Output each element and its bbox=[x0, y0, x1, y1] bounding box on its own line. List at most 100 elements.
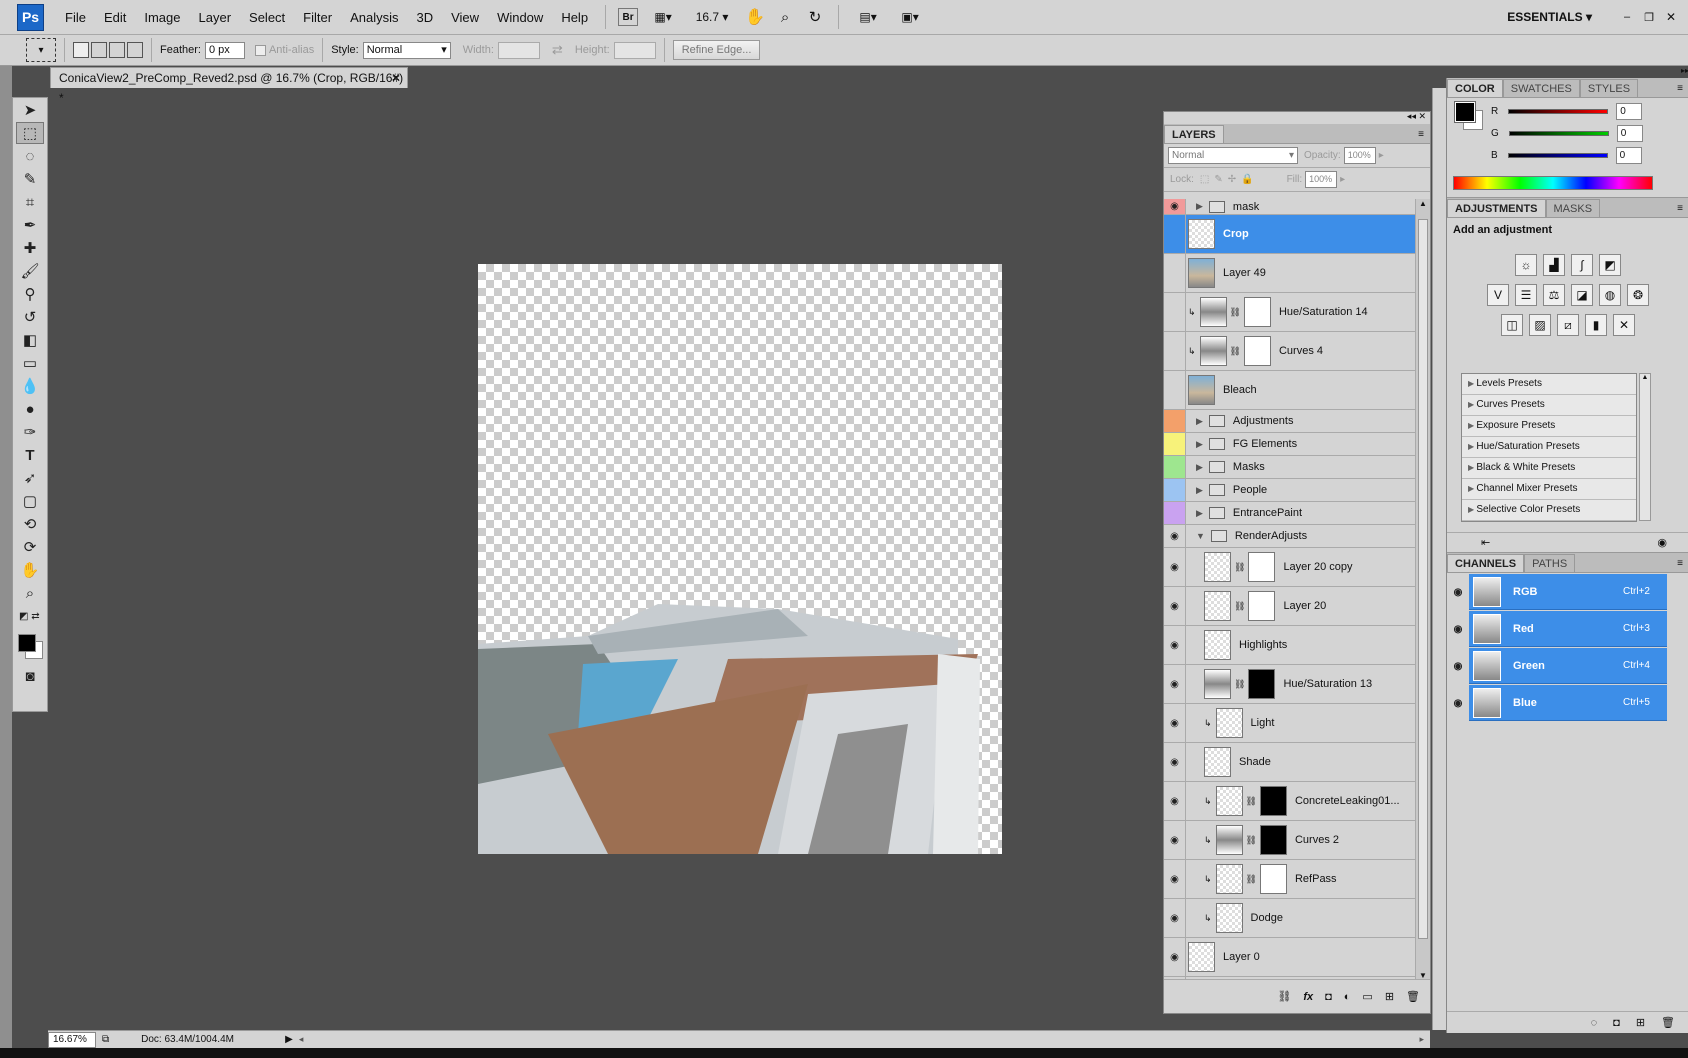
panel-menu-icon[interactable]: ≡ bbox=[1677, 558, 1683, 569]
scroll-left-icon[interactable]: ◂ bbox=[299, 1034, 304, 1045]
visibility-eye-icon[interactable] bbox=[1164, 479, 1186, 501]
status-info-icon[interactable]: ⧉ bbox=[102, 1034, 109, 1045]
tab-swatches[interactable]: SWATCHES bbox=[1502, 79, 1580, 97]
visibility-eye-icon[interactable]: ◉ bbox=[1164, 860, 1186, 898]
panel-menu-icon[interactable]: ≡ bbox=[1677, 203, 1683, 214]
layer-row[interactable]: ◉ Layer 0 bbox=[1164, 938, 1416, 977]
selective-color-icon[interactable]: ✕ bbox=[1613, 314, 1635, 336]
preset-item[interactable]: ▶ Exposure Presets bbox=[1462, 416, 1636, 437]
color-spectrum-bar[interactable] bbox=[1453, 176, 1653, 190]
mask-link-icon[interactable]: ⛓ bbox=[1234, 601, 1245, 612]
style-dropdown[interactable]: Normal ▾ bbox=[362, 41, 451, 59]
quick-mask-icon[interactable]: ◙ bbox=[16, 665, 44, 687]
pen-tool-icon[interactable]: ✑ bbox=[16, 421, 44, 443]
layer-thumbnail[interactable] bbox=[1199, 297, 1227, 327]
layer-row[interactable]: ↳ ⛓ Hue/Saturation 14 bbox=[1164, 293, 1416, 332]
subtract-selection-icon[interactable] bbox=[109, 42, 125, 58]
lasso-tool-icon[interactable]: ◌ bbox=[16, 145, 44, 167]
eyedropper-tool-icon[interactable]: ✒ bbox=[16, 214, 44, 236]
group-expand-icon[interactable]: ▶ bbox=[1196, 462, 1203, 473]
mask-link-icon[interactable]: ⛓ bbox=[1246, 874, 1257, 885]
menu-select[interactable]: Select bbox=[240, 0, 294, 35]
chevron-right-icon[interactable]: ▸ bbox=[1340, 174, 1345, 185]
menu-help[interactable]: Help bbox=[552, 0, 597, 35]
workspace-switcher[interactable]: ESSENTIALS ▾ bbox=[1507, 6, 1592, 28]
foreground-color-chip[interactable] bbox=[1454, 101, 1476, 123]
panel-menu-icon[interactable]: ≡ bbox=[1418, 129, 1424, 140]
rotate-view-icon[interactable]: ↻ bbox=[804, 6, 826, 28]
menu-edit[interactable]: Edit bbox=[95, 0, 135, 35]
preset-item[interactable]: ▶ Selective Color Presets bbox=[1462, 500, 1636, 521]
visibility-eye-icon[interactable]: ◉ bbox=[1164, 899, 1186, 937]
visibility-eye-icon[interactable]: ◉ bbox=[1164, 587, 1186, 625]
swap-colors-icon[interactable]: ◩ ⇄ bbox=[16, 605, 44, 627]
tab-layers[interactable]: LAYERS bbox=[1164, 125, 1224, 143]
link-layers-icon[interactable]: ⛓ bbox=[1277, 990, 1291, 1003]
gradient-map-icon[interactable]: ▮ bbox=[1585, 314, 1607, 336]
hue-saturation-icon[interactable]: ☰ bbox=[1515, 284, 1537, 306]
group-expand-icon[interactable]: ▶ bbox=[1196, 508, 1203, 519]
marquee-preset-icon[interactable]: ▾ bbox=[26, 38, 56, 62]
minimize-icon[interactable]: – bbox=[1620, 6, 1634, 28]
visibility-eye-icon[interactable]: ◉ bbox=[1164, 548, 1186, 586]
mask-link-icon[interactable]: ⛓ bbox=[1230, 346, 1241, 357]
menu-view[interactable]: View bbox=[442, 0, 488, 35]
visibility-eye-icon[interactable]: ◉ bbox=[1164, 938, 1186, 976]
layer-thumbnail[interactable] bbox=[1204, 630, 1231, 660]
layer-row[interactable]: ◉ ▶ mask bbox=[1164, 199, 1416, 215]
crop-tool-icon[interactable]: ⌗ bbox=[16, 191, 44, 213]
menu-layer[interactable]: Layer bbox=[190, 0, 241, 35]
height-input[interactable] bbox=[613, 41, 656, 59]
healing-brush-tool-icon[interactable]: ✚ bbox=[16, 237, 44, 259]
path-selection-tool-icon[interactable]: ➶ bbox=[16, 467, 44, 489]
tab-channels[interactable]: CHANNELS bbox=[1447, 554, 1525, 572]
new-group-icon[interactable]: ▭ bbox=[1362, 990, 1372, 1003]
clone-stamp-tool-icon[interactable]: ⚲ bbox=[16, 283, 44, 305]
layer-thumbnail[interactable] bbox=[1188, 258, 1215, 288]
layer-row[interactable]: ◉ ↳ ⛓ Curves 2 bbox=[1164, 821, 1416, 860]
mask-link-icon[interactable]: ⛓ bbox=[1246, 835, 1257, 846]
brightness-contrast-icon[interactable]: ☼ bbox=[1515, 254, 1537, 276]
layer-thumbnail[interactable] bbox=[1204, 669, 1231, 699]
visibility-eye-icon[interactable] bbox=[1164, 371, 1186, 409]
posterize-icon[interactable]: ▨ bbox=[1529, 314, 1551, 336]
layer-mask-thumbnail[interactable] bbox=[1248, 591, 1276, 621]
hand-tool-icon[interactable]: ✋ bbox=[744, 6, 766, 28]
intersect-selection-icon[interactable] bbox=[127, 42, 143, 58]
layer-thumbnail[interactable] bbox=[1188, 375, 1215, 405]
layer-row[interactable]: ◉ ↳ Dodge bbox=[1164, 899, 1416, 938]
menu-image[interactable]: Image bbox=[135, 0, 189, 35]
clip-icon[interactable]: ◉ bbox=[1657, 536, 1667, 549]
preset-item[interactable]: ▶ Hue/Saturation Presets bbox=[1462, 437, 1636, 458]
layer-row[interactable]: ◉ Highlights bbox=[1164, 626, 1416, 665]
feather-input[interactable]: 0 px bbox=[204, 41, 245, 59]
layer-row[interactable]: ▶ FG Elements bbox=[1164, 433, 1416, 456]
visibility-eye-icon[interactable] bbox=[1164, 502, 1186, 524]
save-selection-icon[interactable]: ◘ bbox=[1613, 1017, 1620, 1029]
visibility-eye-icon[interactable]: ◉ bbox=[1164, 782, 1186, 820]
panel-menu-icon[interactable]: ≡ bbox=[1677, 83, 1683, 94]
mask-link-icon[interactable]: ⛓ bbox=[1234, 679, 1245, 690]
blur-tool-icon[interactable]: 💧 bbox=[16, 375, 44, 397]
tab-adjustments[interactable]: ADJUSTMENTS bbox=[1447, 199, 1546, 217]
layer-mask-thumbnail[interactable] bbox=[1259, 786, 1287, 816]
anti-alias-checkbox[interactable] bbox=[254, 44, 266, 56]
layer-mask-thumbnail[interactable] bbox=[1248, 669, 1276, 699]
vibrance-icon[interactable]: V bbox=[1487, 284, 1509, 306]
3d-orbit-tool-icon[interactable]: ⟳ bbox=[16, 536, 44, 558]
layer-row[interactable]: ↳ ⛓ Curves 4 bbox=[1164, 332, 1416, 371]
layer-row[interactable]: ◉ ↳ ⛓ RefPass bbox=[1164, 860, 1416, 899]
close-icon[interactable]: ✕ bbox=[1664, 6, 1678, 28]
layer-mask-thumbnail[interactable] bbox=[1243, 336, 1271, 366]
menu-file[interactable]: File bbox=[56, 0, 95, 35]
brush-tool-icon[interactable]: 🖌 bbox=[16, 260, 44, 282]
screen-mode-icon[interactable]: ▣▾ bbox=[893, 6, 927, 28]
fill-input[interactable]: 100% bbox=[1305, 171, 1338, 188]
move-tool-icon[interactable]: ➤ bbox=[16, 99, 44, 121]
zoom-status-input[interactable]: 16.67% bbox=[48, 1031, 96, 1048]
scroll-up-icon[interactable]: ▲ bbox=[1416, 199, 1430, 208]
eraser-tool-icon[interactable]: ◧ bbox=[16, 329, 44, 351]
layer-thumbnail[interactable] bbox=[1188, 942, 1215, 972]
visibility-eye-icon[interactable] bbox=[1164, 254, 1186, 292]
swap-dimensions-icon[interactable]: ⇄ bbox=[552, 42, 563, 58]
